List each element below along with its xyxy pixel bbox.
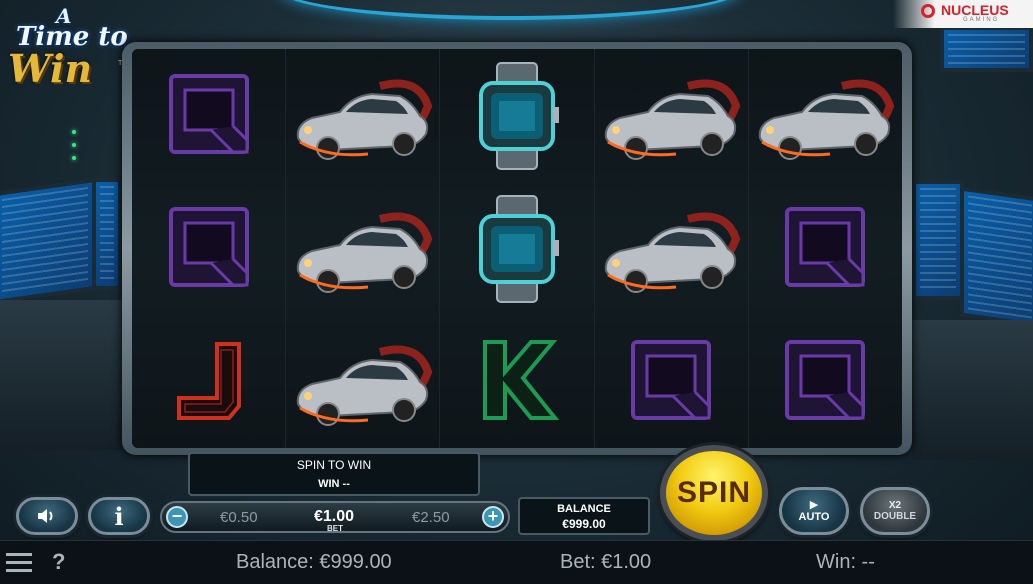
status-led	[72, 130, 76, 134]
symbol-car	[595, 49, 748, 182]
reel-frame	[122, 42, 912, 455]
double-button[interactable]: X2 DOUBLE	[860, 487, 930, 535]
bet-decrease-button[interactable]: −	[166, 506, 188, 528]
status-led	[72, 156, 76, 160]
reel-grid	[132, 49, 902, 448]
bet-increase-button[interactable]: +	[482, 506, 504, 528]
symbol-k-green	[440, 315, 593, 448]
bet-selector: − €0.50 €1.00 BET €2.50 +	[160, 501, 510, 533]
background-console-right	[912, 320, 1033, 460]
balance-value: €999.00	[562, 517, 606, 531]
reel-2	[286, 49, 441, 448]
auto-label: AUTO	[798, 510, 830, 523]
symbol-j-red	[132, 315, 285, 448]
symbol-watch	[440, 49, 593, 182]
play-icon: ▶	[809, 498, 819, 511]
info-icon: i	[114, 501, 124, 531]
double-multiplier: X2	[888, 500, 902, 511]
reel-4	[594, 49, 749, 448]
status-led	[72, 143, 76, 147]
help-icon[interactable]: ?	[52, 549, 65, 575]
status-win: Win: --	[816, 551, 875, 573]
logo-text-win: Win	[8, 46, 93, 91]
balance-panel: BALANCE €999.00	[518, 497, 650, 535]
reel-3	[440, 49, 595, 448]
reel-5	[748, 49, 902, 448]
status-balance: Balance: €999.00	[236, 551, 392, 573]
provider-ring-icon	[921, 4, 935, 18]
symbol-car	[286, 49, 439, 182]
background-wall-screen	[940, 26, 1033, 72]
speaker-icon	[38, 509, 53, 523]
bet-label: BET	[327, 524, 343, 533]
symbol-q-purple	[595, 315, 748, 448]
auto-spin-button[interactable]: ▶ AUTO	[779, 487, 849, 535]
background-console-left	[0, 300, 122, 450]
symbol-car	[595, 182, 748, 315]
symbol-car	[286, 315, 439, 448]
background-monitor-left-2	[92, 178, 122, 290]
double-label: DOUBLE	[873, 511, 917, 522]
menu-icon[interactable]	[6, 553, 32, 573]
info-button[interactable]: i	[88, 497, 150, 535]
win-readout: WIN --	[318, 478, 350, 490]
background-monitor-right	[960, 186, 1033, 328]
balance-label: BALANCE	[557, 503, 611, 515]
background-monitor-left	[0, 177, 96, 305]
provider-logo: NUCLEUS GAMING	[893, 0, 1033, 28]
spin-button[interactable]: SPIN	[660, 445, 768, 541]
game-stage: A Time to Win TM NUCLEUS GAMING SPIN TO …	[0, 0, 1033, 584]
reel-1	[132, 49, 287, 448]
bet-option-higher[interactable]: €2.50	[412, 509, 450, 526]
symbol-q-purple	[749, 315, 902, 448]
message-line-1: SPIN TO WIN	[296, 458, 372, 472]
ceiling-light-ring	[280, 0, 740, 20]
symbol-q-purple	[749, 182, 902, 315]
symbol-car	[286, 182, 439, 315]
spin-label: SPIN	[676, 476, 752, 509]
symbol-q-purple	[132, 49, 285, 182]
status-bar: ? Balance: €999.00 Bet: €1.00 Win: --	[0, 540, 1033, 584]
bet-option-lower[interactable]: €0.50	[220, 509, 258, 526]
message-panel: SPIN TO WIN WIN --	[188, 452, 480, 496]
background-monitor-right-2	[912, 180, 964, 300]
symbol-car	[749, 49, 902, 182]
provider-name: NUCLEUS	[941, 2, 1009, 18]
symbol-q-purple	[132, 182, 285, 315]
status-bet: Bet: €1.00	[560, 551, 652, 573]
symbol-watch	[440, 182, 593, 315]
provider-sub: GAMING	[963, 17, 1000, 23]
sound-button[interactable]	[16, 497, 78, 535]
game-logo: A Time to Win TM	[4, 2, 128, 94]
